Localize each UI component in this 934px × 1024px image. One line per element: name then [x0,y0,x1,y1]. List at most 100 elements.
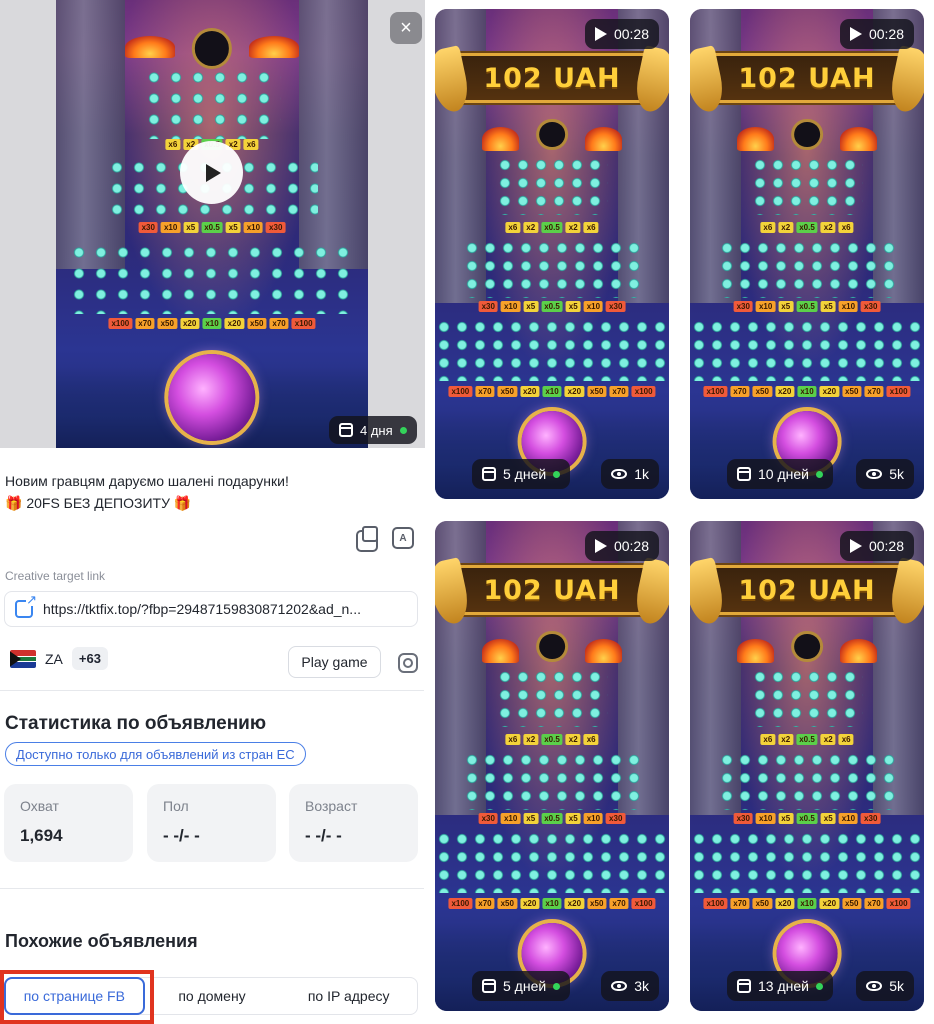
multiplier: x50 [497,898,517,910]
multiplier: x100 [886,386,911,398]
duration-badge: 00:28 [584,531,659,561]
close-button[interactable]: × [390,12,422,44]
tab-by-domain[interactable]: по домену [144,978,281,1014]
prize-banner: 102 UAH [435,45,669,115]
stat-card-reach: Охват 1,694 [4,784,133,862]
duration-label: 00:28 [868,26,904,42]
prize-amount: 102 UAH [738,574,876,606]
multiplier: x0.5 [201,221,223,233]
fire-bowl-left [124,35,175,59]
multiplier: x10 [500,812,521,824]
stat-label: Пол [163,798,189,814]
copy-icon[interactable] [356,526,378,552]
multiplier: x30 [266,221,286,233]
multiplier: x30 [733,300,753,312]
stat-value: 1,694 [20,826,63,845]
temple-pillar-left [56,0,125,269]
multiplier: x2 [820,222,836,234]
more-countries-badge[interactable]: +63 [71,647,108,670]
multiplier: x10 [160,221,181,233]
age-label: 5 дней [503,466,547,482]
multiplier: x2 [820,734,836,746]
instagram-icon[interactable] [398,653,418,673]
live-dot-icon [815,982,823,990]
multiplier: x70 [609,386,629,398]
translate-icon[interactable]: A [392,527,414,549]
stat-label: Охват [20,798,59,814]
play-icon [849,539,862,553]
multiplier: x20 [819,898,840,910]
play-icon [206,163,221,182]
eu-only-badge: Доступно только для объявлений из стран … [5,742,306,766]
multiplier: x30 [861,812,881,824]
live-dot-icon [399,426,407,434]
multiplier-row-mid: x30 x10 x5 x0.5 x5 x10 x30 [733,812,881,824]
peg-field [463,239,641,299]
multiplier: x2 [565,734,581,746]
multiplier: x0.5 [796,222,818,234]
multiplier: x10 [542,386,562,398]
multiplier: x30 [478,300,498,312]
temple-pillar-right [299,0,368,269]
prize-amount: 102 UAH [483,574,621,606]
fire-bowl-left [481,638,520,664]
stats-title: Статистика по объявлению [5,713,267,734]
multiplier: x100 [108,318,133,330]
stat-card-age: Возраст - -/- - [289,784,418,862]
live-dot-icon [815,470,823,478]
multiplier: x50 [752,898,772,910]
multiplier: x100 [631,386,656,398]
multiplier: x5 [183,221,199,233]
multiplier: x50 [752,386,772,398]
similar-tabs: по странице FB по домену по IP адресу [4,977,418,1015]
multiplier: x50 [497,386,517,398]
ad-text-line: 🎁 20FS БЕЗ ДЕПОЗИТУ 🎁 [5,495,192,511]
multiplier: x100 [886,898,911,910]
multiplier-row-bottom: x100 x70 x50 x20 x10 x20 x50 x70 x100 [108,318,316,330]
drop-hole [794,121,820,148]
multiplier: x2 [778,222,794,234]
duration-label: 00:28 [613,26,649,42]
multiplier: x70 [609,898,629,910]
multiplier: x10 [500,300,521,312]
age-badge: 10 дней [727,459,833,489]
multiplier: x50 [247,318,267,330]
multiplier: x0.5 [541,734,563,746]
external-link-icon[interactable] [15,593,37,618]
multiplier: x10 [755,812,776,824]
fire-bowl-right [839,126,878,152]
multiplier: x5 [523,812,539,824]
multiplier: x50 [842,386,862,398]
multiplier: x30 [138,221,158,233]
tab-by-ip[interactable]: по IP адресу [280,978,417,1014]
calendar-icon [737,467,751,481]
target-link-url[interactable]: https://tktfix.top/?fbp=2948715983087120… [43,601,361,617]
play-game-button[interactable]: Play game [288,646,381,678]
multiplier: x10 [542,898,562,910]
magic-orb [168,353,256,442]
multiplier: x10 [243,221,264,233]
similar-ad-card[interactable]: x6 x2 x0.5 x2 x6 x30 x10 x5 x0.5 x5 x10 … [435,521,669,1011]
views-label: 5k [889,466,904,482]
multiplier-row-bottom: x100 x70 x50 x20 x10 x20 x50 x70 x100 [448,898,656,910]
peg-field [435,829,669,894]
similar-ad-card[interactable]: x6 x2 x0.5 x2 x6 x30 x10 x5 x0.5 x5 x10 … [435,9,669,499]
duration-badge: 00:28 [839,19,914,49]
similar-ad-card[interactable]: x6 x2 x0.5 x2 x6 x30 x10 x5 x0.5 x5 x10 … [690,521,924,1011]
views-badge: 5k [856,459,914,489]
ad-preview-video[interactable]: x6 x2 x0.5 x2 x6 x30 x10 x5 x0.5 x5 x10 … [56,0,368,448]
peg-field [435,317,669,382]
tab-by-fb-page[interactable]: по странице FB [4,977,145,1015]
target-link-field[interactable]: https://tktfix.top/?fbp=2948715983087120… [4,591,418,627]
multiplier: x0.5 [796,734,818,746]
calendar-icon [339,423,353,437]
live-dot-icon [553,470,561,478]
multiplier: x6 [505,222,521,234]
age-label: 5 дней [503,978,547,994]
calendar-icon [482,979,496,993]
fire-bowl-right [249,35,300,59]
multiplier: x5 [225,221,241,233]
multiplier: x0.5 [541,812,563,824]
similar-ad-card[interactable]: x6 x2 x0.5 x2 x6 x30 x10 x5 x0.5 x5 x10 … [690,9,924,499]
play-button[interactable] [180,141,243,204]
